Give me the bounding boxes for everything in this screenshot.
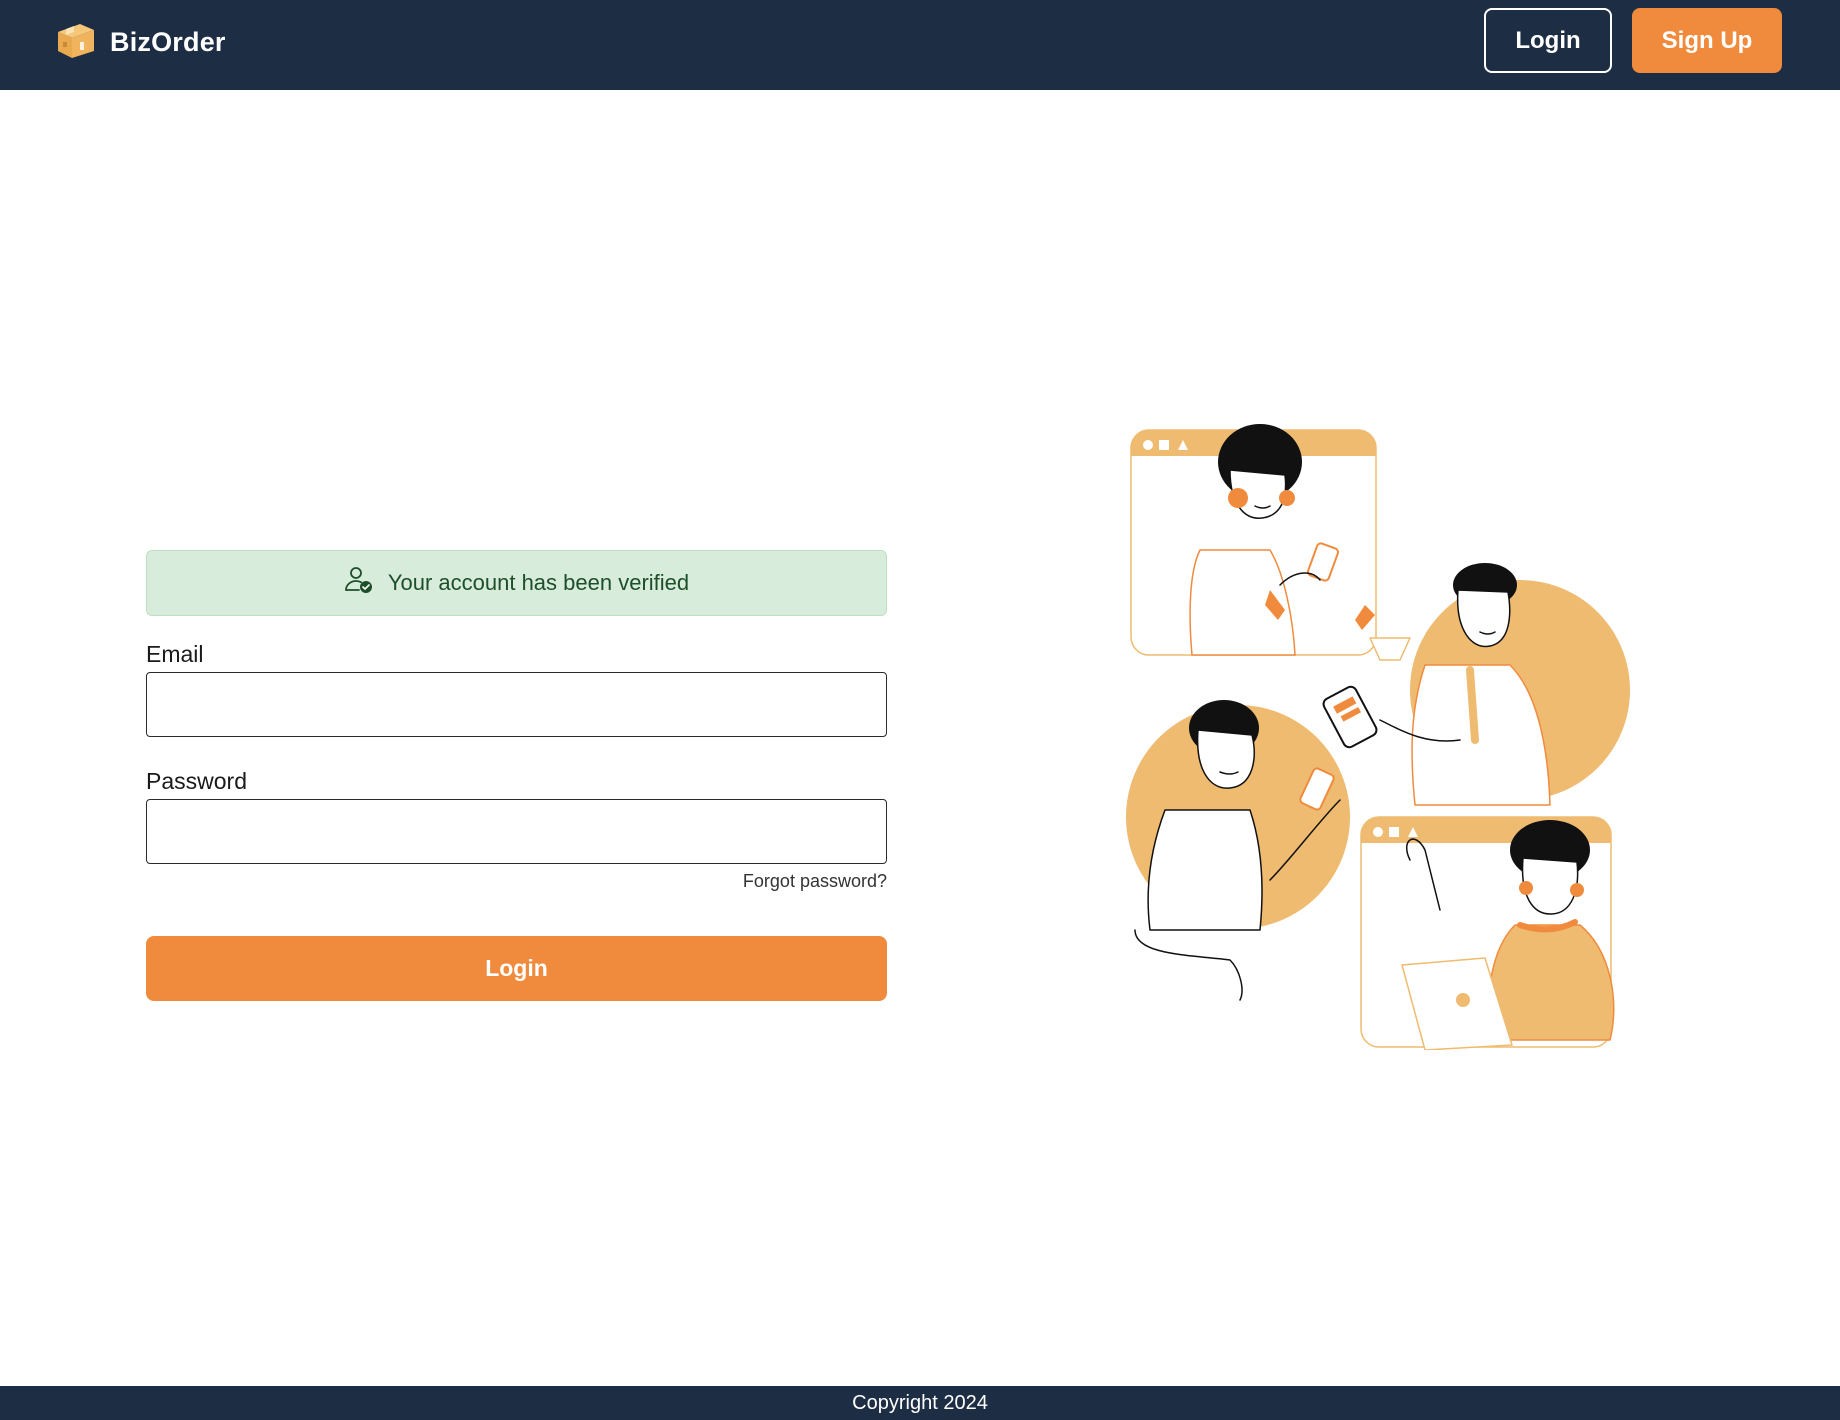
header-signup-button[interactable]: Sign Up: [1632, 8, 1782, 73]
password-field[interactable]: [146, 799, 887, 864]
top-navbar: BizOrder Login Sign Up: [0, 0, 1840, 90]
footer: Copyright 2024: [0, 1386, 1840, 1420]
verified-alert: Your account has been verified: [146, 550, 887, 616]
email-label: Email: [146, 641, 204, 667]
login-submit-button[interactable]: Login: [146, 936, 887, 1001]
team-illustration: [1080, 410, 1660, 1051]
forgot-password-link[interactable]: Forgot password?: [743, 871, 887, 892]
copyright-text: Copyright 2024: [852, 1391, 988, 1414]
box-logo-icon: [54, 18, 98, 67]
email-field[interactable]: [146, 672, 887, 737]
user-check-icon: [344, 565, 374, 601]
brand[interactable]: BizOrder: [54, 18, 226, 67]
header-login-button[interactable]: Login: [1484, 8, 1612, 73]
brand-name: BizOrder: [110, 27, 226, 57]
alert-message: Your account has been verified: [387, 570, 690, 595]
password-label: Password: [146, 768, 247, 794]
